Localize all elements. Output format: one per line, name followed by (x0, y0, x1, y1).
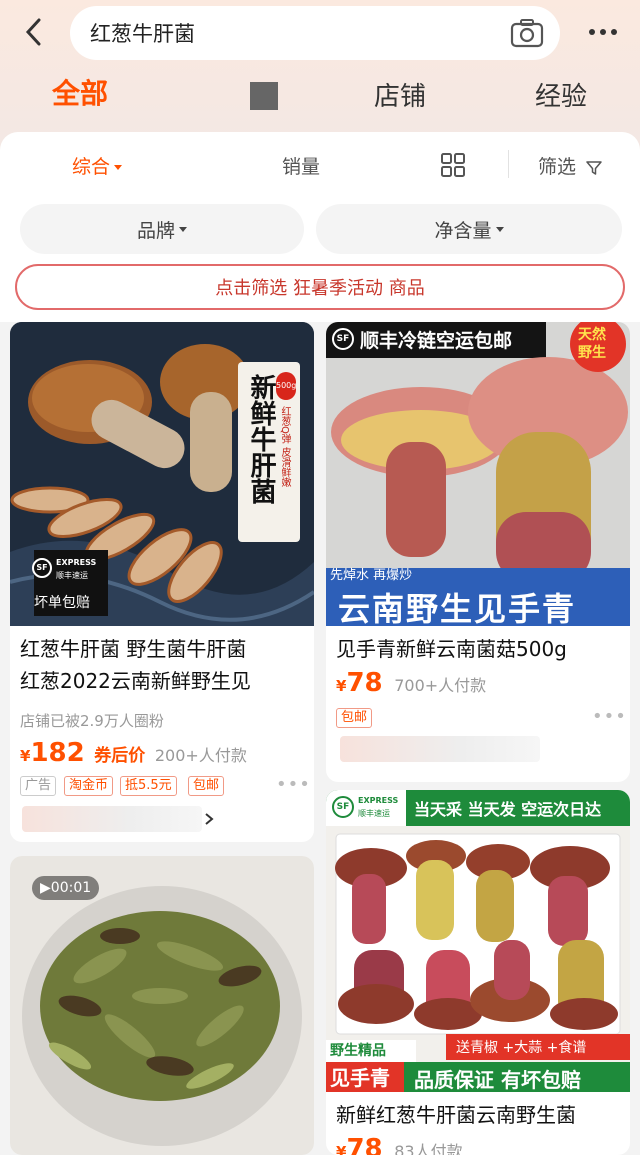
filter-label: 筛选 (538, 156, 577, 178)
product-price: ¥78 700+人付款 (336, 668, 486, 698)
more-dots-icon[interactable]: ••• (592, 706, 627, 727)
ad-tag: 广告 (20, 776, 57, 796)
filter-net-content-label: 净含量 (434, 219, 492, 242)
chevron-right-icon (205, 813, 214, 825)
currency-symbol: ¥ (336, 1143, 347, 1155)
product-card[interactable]: ▶00:01 (10, 856, 314, 1155)
back-button[interactable] (18, 14, 48, 50)
product-price: ¥182 券后价 200+人付款 (20, 738, 247, 768)
video-time: 00:01 (50, 880, 92, 896)
video-duration-badge: ▶00:01 (32, 876, 100, 900)
price-value: 78 (346, 668, 383, 698)
image-bottom-text: 品质保证 有坏包赔 (414, 1068, 581, 1092)
badge-line2: 野生 (578, 345, 606, 361)
image-side-note: 红葱Q弹 皮滑鲜嫩 (279, 406, 290, 488)
product-title: 见手青新鲜云南菌菇500g (336, 637, 567, 661)
sf-logo-cn: 顺丰速运 (358, 809, 390, 818)
caret-down-icon (495, 226, 504, 232)
image-banner: 当天采 当天发 空运次日达 (414, 800, 602, 819)
search-input[interactable]: 红葱牛肝菌 (70, 6, 560, 60)
filter-brand[interactable]: 品牌 (20, 204, 304, 254)
coupon-label: 券后价 (94, 746, 146, 766)
product-image: SF 顺丰冷链空运包邮 天然 野生 先焯水 再爆炒 云南野生见手青 (326, 322, 630, 626)
sort-comprehensive[interactable]: 综合 (72, 152, 123, 179)
free-shipping-tag: 包邮 (188, 776, 225, 796)
promo-banner[interactable]: 点击筛选 狂暑季活动 商品 (15, 264, 625, 310)
product-card[interactable]: SF 顺丰冷链空运包邮 天然 野生 先焯水 再爆炒 云南野生见手青 见手青新鲜云… (326, 322, 630, 782)
product-title-line2: 红葱2022云南新鲜野生见 (20, 669, 251, 693)
currency-symbol: ¥ (20, 747, 31, 765)
product-card[interactable]: 新鲜牛肝菌 500g 红葱Q弹 皮滑鲜嫩 SF EXPRESS 顺丰速运 坏单包… (10, 322, 314, 842)
shop-note: 店铺已被2.9万人圈粉 (20, 712, 164, 730)
product-title: 新鲜红葱牛肝菌云南野生菌 (336, 1103, 576, 1127)
image-banner: 顺丰冷链空运包邮 (360, 330, 513, 352)
tab-placeholder-block[interactable] (250, 82, 278, 110)
paid-count: 83人付款 (394, 1142, 463, 1155)
blurred-shop-link[interactable] (22, 806, 202, 832)
sf-logo: SF (332, 796, 354, 818)
blurred-shop-link[interactable] (340, 736, 540, 762)
image-guarantee: 坏单包赔 (34, 595, 90, 611)
tab-experience[interactable]: 经验 (535, 76, 587, 113)
price-value: 78 (346, 1134, 383, 1155)
sf-logo-cn: 顺丰速运 (56, 571, 88, 580)
filter-brand-label: 品牌 (136, 219, 175, 242)
image-caption-big: 云南野生见手青 (338, 590, 577, 626)
category-tabs: 全部 店铺 经验 (0, 72, 640, 118)
play-icon: ▶ (40, 880, 51, 896)
tab-shops[interactable]: 店铺 (374, 76, 426, 113)
sf-logo-express: EXPRESS (56, 558, 97, 567)
image-tag-line2: 见手青 (330, 1066, 390, 1090)
divider (508, 150, 509, 178)
dish-photo (10, 856, 314, 1155)
currency-symbol: ¥ (336, 677, 347, 695)
paid-count: 700+人付款 (394, 676, 487, 695)
product-image: 新鲜牛肝菌 500g 红葱Q弹 皮滑鲜嫩 SF EXPRESS 顺丰速运 坏单包… (10, 322, 314, 626)
product-title-line1: 红葱牛肝菌 野生菌牛肝菌 (20, 637, 247, 661)
grid-view-icon[interactable] (440, 152, 466, 178)
product-card[interactable]: SF EXPRESS 顺丰速运 当天采 当天发 空运次日达 野生精品 见手青 送… (326, 790, 630, 1155)
sf-logo: SF (32, 558, 52, 578)
product-price: ¥78 83人付款 (336, 1134, 463, 1155)
funnel-icon (586, 160, 602, 175)
image-headline: 新鲜牛肝菌 (246, 374, 276, 504)
caret-down-icon (114, 165, 123, 170)
search-query: 红葱牛肝菌 (90, 22, 195, 46)
more-options-icon[interactable] (586, 22, 620, 42)
product-image: ▶00:01 (10, 856, 314, 1155)
discount-tag: 抵5.5元 (120, 776, 177, 796)
filter-button[interactable]: 筛选 (538, 152, 602, 179)
tab-all[interactable]: 全部 (52, 72, 108, 112)
product-image: SF EXPRESS 顺丰速运 当天采 当天发 空运次日达 野生精品 见手青 送… (326, 790, 630, 1092)
free-shipping-tag: 包邮 (336, 708, 373, 728)
price-value: 182 (30, 738, 85, 768)
image-weight-badge: 500g (276, 372, 296, 400)
image-gift: 送青椒 +大蒜 +食谱 (456, 1040, 587, 1056)
more-dots-icon[interactable]: ••• (276, 774, 311, 795)
chevron-left-icon (25, 18, 41, 46)
sort-comprehensive-label: 综合 (72, 156, 111, 178)
coin-tag: 淘金币 (64, 776, 114, 796)
badge-line1: 天然 (578, 327, 606, 343)
image-caption-small: 先焯水 再爆炒 (330, 568, 413, 583)
camera-icon[interactable] (510, 18, 544, 48)
paid-count: 200+人付款 (154, 746, 247, 765)
sf-logo-express: EXPRESS (358, 796, 399, 805)
image-tag-line1: 野生精品 (330, 1043, 386, 1059)
caret-down-icon (179, 226, 187, 232)
sort-sales[interactable]: 销量 (282, 152, 320, 179)
filter-net-content[interactable]: 净含量 (316, 204, 622, 254)
sf-logo: SF (332, 328, 354, 350)
